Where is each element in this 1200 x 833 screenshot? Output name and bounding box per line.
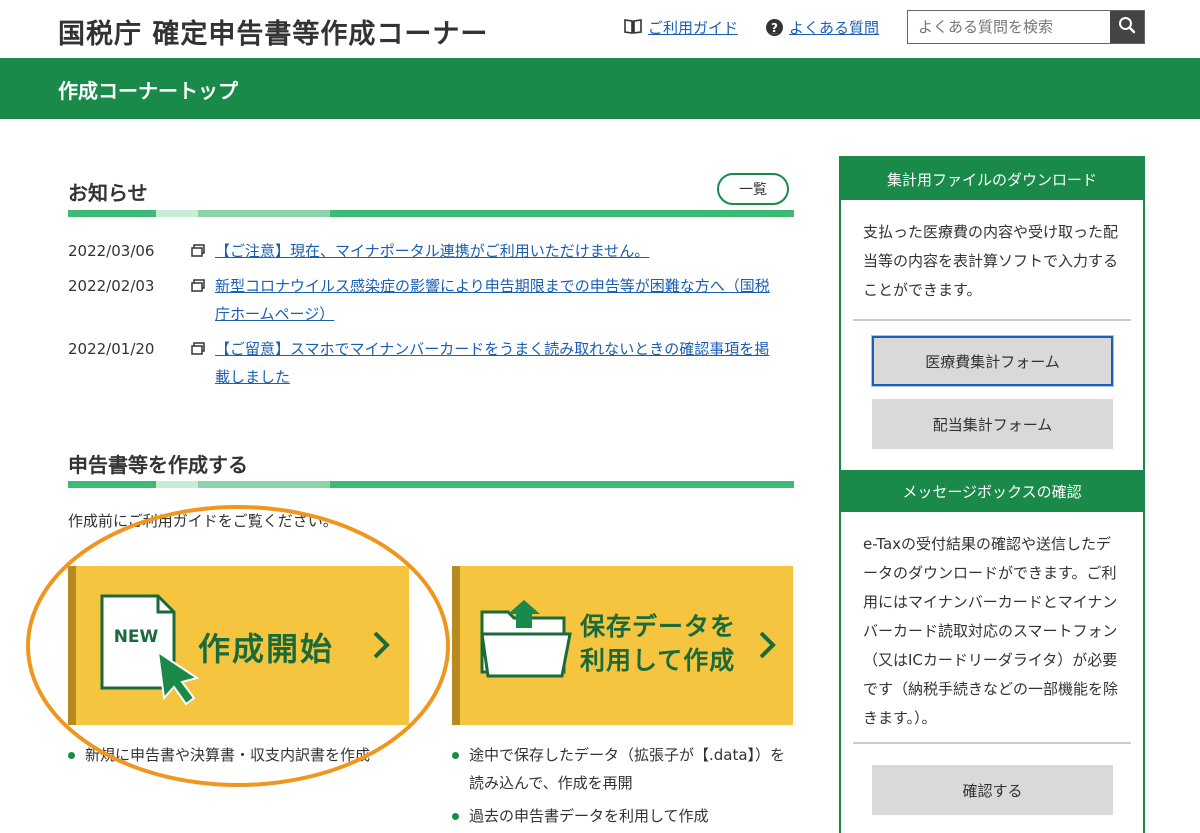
faq-link-label[interactable]: よくある質問 bbox=[789, 17, 879, 38]
search-button[interactable] bbox=[1110, 11, 1144, 43]
new-window-icon bbox=[191, 237, 215, 265]
news-heading: お知らせ bbox=[68, 181, 148, 205]
create-divider bbox=[68, 481, 794, 488]
guide-link-label[interactable]: ご利用ガイド bbox=[648, 17, 738, 38]
start-new-notes: 新規に申告書や決算書・収支内訳書を作成 bbox=[68, 741, 409, 774]
list-item: 途中で保存したデータ（拡張子が【.data】）を読み込んで、作成を再開 bbox=[452, 741, 797, 797]
guide-link[interactable]: ご利用ガイド bbox=[624, 17, 738, 38]
chevron-right-icon bbox=[370, 628, 392, 666]
news-link[interactable]: 新型コロナウイルス感染症の影響により申告期限までの申告等が困難な方へ（国税庁ホー… bbox=[215, 272, 775, 328]
download-description: 支払った医療費の内容や受け取った配当等の内容を表計算ソフトで入力することができま… bbox=[863, 223, 1119, 299]
faq-link[interactable]: ? よくある質問 bbox=[766, 17, 879, 38]
chevron-right-icon bbox=[756, 628, 778, 666]
download-heading: 集計用ファイルのダウンロード bbox=[841, 158, 1143, 200]
news-link[interactable]: 【ご注意】現在、マイナポータル連携がご利用いただけません。 bbox=[215, 237, 775, 265]
use-saved-data-button[interactable]: 保存データを 利用して作成 bbox=[452, 566, 793, 725]
create-heading: 申告書等を作成する bbox=[68, 453, 248, 477]
use-saved-data-line1: 保存データを bbox=[580, 612, 737, 641]
saved-data-notes: 途中で保存したデータ（拡張子が【.data】）を読み込んで、作成を再開 過去の申… bbox=[452, 741, 797, 833]
news-item: 2022/02/03 新型コロナウイルス感染症の影響により申告期限までの申告等が… bbox=[68, 272, 794, 328]
list-item: 新規に申告書や決算書・収支内訳書を作成 bbox=[68, 741, 409, 769]
confirm-button[interactable]: 確認する bbox=[872, 765, 1113, 815]
site-header: 国税庁 確定申告書等作成コーナー ご利用ガイド ? よくある質問 bbox=[0, 0, 1200, 58]
start-new-button[interactable]: NEW 作成開始 bbox=[68, 566, 409, 725]
message-box-description: e-Taxの受付結果の確認や送信したデータのダウンロードができます。ご利用にはマ… bbox=[863, 535, 1119, 727]
nav-title[interactable]: 作成コーナートップ bbox=[58, 75, 238, 104]
use-saved-data-line2: 利用して作成 bbox=[580, 646, 736, 675]
news-item: 2022/03/06 【ご注意】現在、マイナポータル連携がご利用いただけません。 bbox=[68, 237, 794, 265]
question-icon: ? bbox=[766, 19, 783, 36]
sidebar: 集計用ファイルのダウンロード 支払った医療費の内容や受け取った配当等の内容を表計… bbox=[839, 156, 1145, 833]
search-input[interactable] bbox=[908, 11, 1110, 43]
start-new-label[interactable]: 作成開始 bbox=[198, 624, 334, 670]
sidebar-divider bbox=[853, 742, 1131, 744]
dividend-form-button[interactable]: 配当集計フォーム bbox=[872, 399, 1113, 449]
news-item: 2022/01/20 【ご留意】スマホでマイナンバーカードをうまく読み取れないと… bbox=[68, 335, 794, 391]
news-list: 2022/03/06 【ご注意】現在、マイナポータル連携がご利用いただけません。… bbox=[68, 237, 794, 398]
new-document-icon: NEW bbox=[96, 594, 208, 710]
folder-upload-icon bbox=[478, 600, 574, 684]
book-icon bbox=[624, 18, 642, 38]
site-title[interactable]: 国税庁 確定申告書等作成コーナー bbox=[58, 12, 488, 51]
medical-expense-form-button[interactable]: 医療費集計フォーム bbox=[872, 336, 1113, 386]
news-date: 2022/03/06 bbox=[68, 242, 155, 260]
new-badge: NEW bbox=[114, 627, 159, 647]
create-intro: 作成前にご利用ガイドをご覧ください。 bbox=[68, 512, 338, 530]
news-divider bbox=[68, 210, 794, 217]
nav-bar: 作成コーナートップ bbox=[0, 58, 1200, 119]
new-window-icon bbox=[191, 272, 215, 328]
search-icon bbox=[1118, 16, 1136, 38]
search-box bbox=[907, 10, 1145, 44]
new-window-icon bbox=[191, 335, 215, 391]
news-date: 2022/01/20 bbox=[68, 340, 155, 358]
news-link[interactable]: 【ご留意】スマホでマイナンバーカードをうまく読み取れないときの確認事項を掲載しま… bbox=[215, 335, 775, 391]
message-box-heading: メッセージボックスの確認 bbox=[841, 470, 1143, 512]
use-saved-data-label[interactable]: 保存データを 利用して作成 bbox=[580, 610, 736, 678]
news-list-button[interactable]: 一覧 bbox=[717, 173, 789, 205]
sidebar-divider bbox=[853, 319, 1131, 321]
list-item: 過去の申告書データを利用して作成 bbox=[452, 802, 797, 830]
news-date: 2022/02/03 bbox=[68, 277, 155, 295]
